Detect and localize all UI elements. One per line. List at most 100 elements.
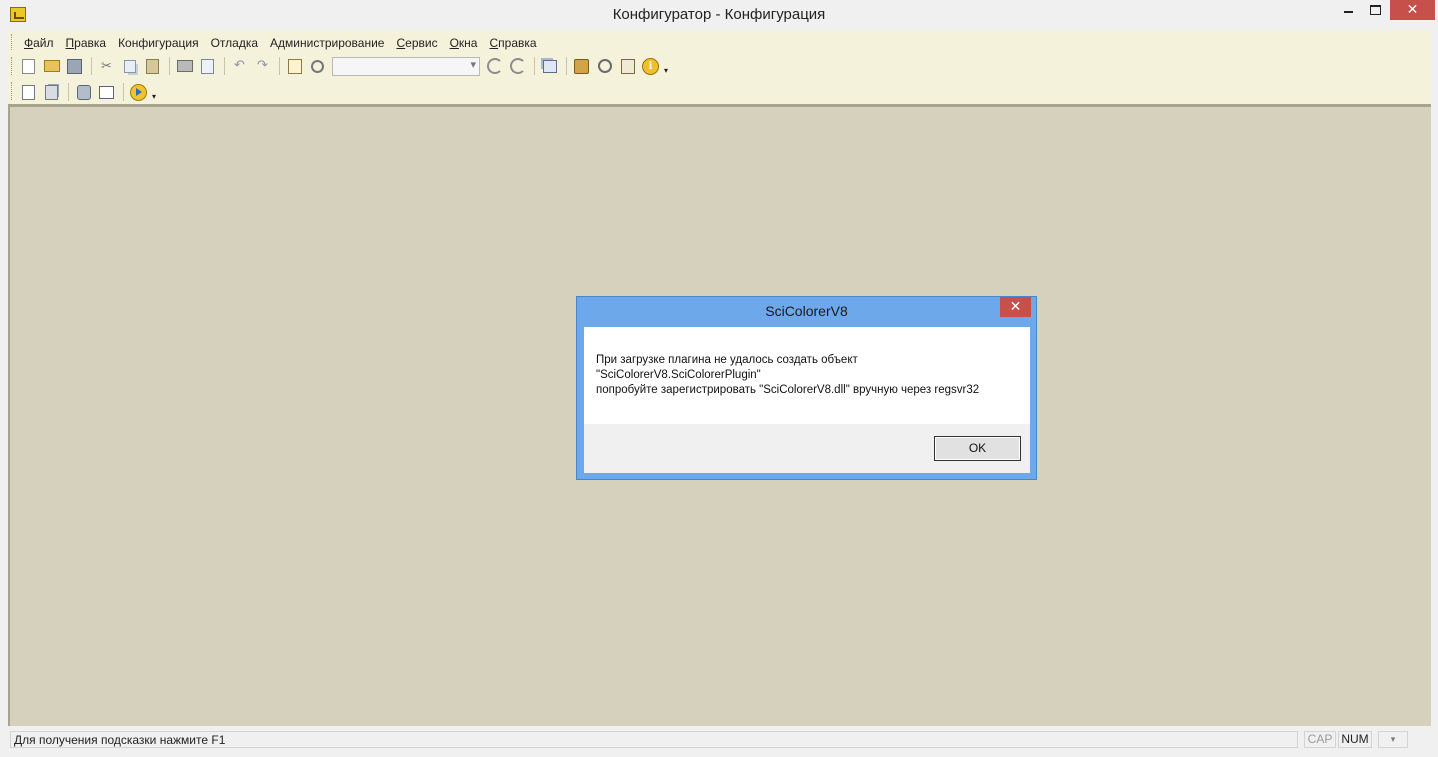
undo-button[interactable]: ↶ [229,56,250,76]
status-bar: Для получения подсказки нажмите F1 CAP N… [8,728,1431,752]
menu-service-label: ервис [405,36,438,50]
printer-icon [176,60,193,72]
about-button[interactable]: i [640,56,661,76]
toolbar-separator [279,57,280,75]
print-button[interactable] [174,56,195,76]
menubar-grip[interactable] [11,34,15,50]
open-folder-icon [43,60,60,72]
paste-button[interactable] [142,56,163,76]
dialog-footer: OK [584,424,1030,473]
menu-service-hotkey: С [396,36,406,50]
dialog-message-line: "SciColorerV8.SciColorerPlugin" [596,369,761,381]
toolbar2-overflow-icon[interactable]: ▾ [152,92,156,101]
dialog-message-line: При загрузке плагина не удалось создать … [596,354,858,366]
table-icon [99,85,114,99]
toolbar1-overflow-icon[interactable]: ▾ [664,66,668,75]
dialog-body: При загрузке плагина не удалось создать … [584,327,1030,473]
title-bar: Конфигуратор - Конфигурация ✕ [0,0,1438,30]
menu-help-hotkey: С [489,36,499,50]
maximize-icon [1369,5,1381,15]
database-configuration-icon [45,84,58,100]
save-icon [67,58,82,74]
dialog-title: SciColorerV8 [765,303,848,319]
wizard-button[interactable] [571,56,592,76]
menu-file-hotkey: Ф [24,36,34,50]
open-button[interactable] [41,56,62,76]
menu-edit-label: равка [74,36,107,50]
paste-icon [146,58,159,74]
find-previous-icon [509,58,526,74]
print-preview-button[interactable] [197,56,218,76]
menu-windows[interactable]: Окна [444,34,484,52]
toolbar-separator [169,57,170,75]
dialog-message: При загрузке плагина не удалось создать … [596,353,1016,398]
windows-icon [542,59,557,73]
dialog-message-line: попробуйте зарегистрировать "SciColorerV… [596,384,980,396]
table-button[interactable] [96,82,117,102]
window-title: Конфигуратор - Конфигурация [612,6,826,23]
search-combo[interactable] [332,56,480,76]
menu-bar: Файл Правка Конфигурация Отладка Админис… [18,34,543,52]
find-next-icon [486,58,503,74]
menu-administration-label: Администрирование [270,36,385,50]
menu-edit-hotkey: П [65,36,75,50]
status-dropdown[interactable]: ▾ [1378,731,1408,748]
scissors-icon: ✂ [101,58,112,74]
new-button[interactable] [18,56,39,76]
menu-windows-hotkey: О [449,36,459,50]
toolbar-separator [566,57,567,75]
status-caps-lock: CAP [1304,731,1336,748]
search-help-icon [597,59,612,73]
menu-windows-label: кна [458,36,478,50]
configuration-tree-icon [22,84,35,100]
menu-help[interactable]: Справка [483,34,542,52]
menu-configuration[interactable]: Конфигурация [112,34,205,52]
dialog-close-button[interactable]: ✕ [1000,297,1031,317]
find-icon [287,58,302,74]
config-tree-button[interactable] [18,82,39,102]
find-next-button[interactable] [484,56,505,76]
info-icon: i [642,57,659,75]
magnifier-icon [311,59,324,73]
ok-button[interactable]: OK [934,436,1021,461]
save-button[interactable] [64,56,85,76]
redo-button[interactable]: ↷ [252,56,273,76]
menu-debug[interactable]: Отладка [205,34,264,52]
plugin-error-dialog: SciColorerV8 ✕ При загрузке плагина не у… [576,296,1037,480]
minimize-button[interactable] [1334,0,1362,20]
menu-debug-label: Отладка [210,36,259,50]
menu-file[interactable]: Файл [18,34,60,52]
menu-service[interactable]: Сервис [390,34,443,52]
syntax-helper-button[interactable] [617,56,638,76]
menu-edit[interactable]: Правка [60,34,113,52]
find-button[interactable] [284,56,305,76]
copy-icon [123,59,136,73]
toolbar-separator [91,57,92,75]
redo-icon: ↷ [257,58,268,73]
status-hint: Для получения подсказки нажмите F1 [10,731,1298,748]
db-config-button[interactable] [41,82,62,102]
search-button[interactable] [307,56,328,76]
status-num-lock: NUM [1338,731,1372,748]
print-preview-icon [201,58,214,74]
undo-icon: ↶ [234,58,245,73]
start-debugging-button[interactable] [128,82,149,102]
update-database-icon [76,84,91,100]
syntax-search-button[interactable] [594,56,615,76]
menu-administration[interactable]: Администрирование [264,34,390,52]
copy-button[interactable] [119,56,140,76]
toolbar2-grip[interactable] [11,82,15,100]
wizard-icon [574,58,589,74]
toolbar1-grip[interactable] [11,57,15,75]
standard-toolbar: ✂ ↶ ↷ i ▾ [18,55,668,77]
find-prev-button[interactable] [507,56,528,76]
close-button[interactable]: ✕ [1390,0,1435,20]
toolbar-separator [224,57,225,75]
maximize-button[interactable] [1362,0,1388,20]
windows-button[interactable] [539,56,560,76]
play-icon [130,83,147,101]
cut-button[interactable]: ✂ [96,56,117,76]
command-area: Файл Правка Конфигурация Отладка Админис… [8,30,1431,105]
syntax-helper-icon [620,58,635,74]
update-db-button[interactable] [73,82,94,102]
